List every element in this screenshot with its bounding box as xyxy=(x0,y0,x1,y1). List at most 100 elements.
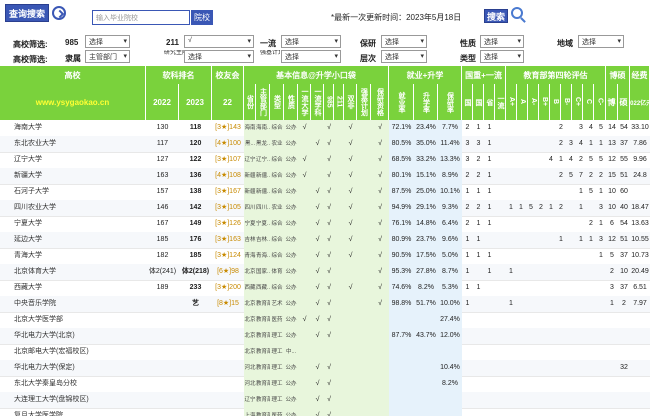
header-yiliu2: 一流 xyxy=(495,84,506,120)
yiliu-xueke-mark: √ xyxy=(315,316,320,323)
yiliu-daxue-mark: √ xyxy=(302,316,307,323)
header-eval-8: C- xyxy=(594,84,606,120)
baoyan-mark: √ xyxy=(378,252,382,259)
table-row[interactable]: 东北大学秦皇岛分校 河北 教育部 理工 公办 √ √ 8.2% xyxy=(0,376,650,393)
phd-count: 12 xyxy=(608,236,616,243)
yiliu-count xyxy=(495,408,506,416)
sheng-count xyxy=(484,344,495,360)
table-row[interactable]: 大连理工大学(盘锦校区) 辽宁 教育部 理工 公办 √ √ xyxy=(0,392,650,409)
table-row[interactable]: 四川农业大学 146 142 [3★]105 四川 四川.. 农业 公办 √ √ √ √ 94.9% 29… xyxy=(0,200,650,217)
table-row[interactable]: 辽宁大学 127 122 [3★]107 辽宁 辽宁.. 综合 公办 √ √ √ √ 68.5% 33.2… xyxy=(0,152,650,169)
yiliu-count xyxy=(495,168,506,184)
table-row[interactable]: 新疆大学 163 136 [4★]108 新疆 新疆.. 综合 公办 √ √ √ √ 80.1% 15.1… xyxy=(0,168,650,185)
header-basic: 基本信息@升学小口袋 xyxy=(244,66,389,84)
guo-1 xyxy=(462,344,473,360)
filter-qiangji-select[interactable]: 选择 xyxy=(281,50,341,63)
school-name: 辽宁大学 xyxy=(14,156,42,163)
eval-grade-6 xyxy=(566,328,576,344)
shuangfei-mark xyxy=(344,312,357,328)
211-mark xyxy=(334,360,344,376)
guo-1 xyxy=(462,328,473,344)
yiliu-xueke-mark: √ xyxy=(315,396,320,403)
filter-yanjiu-select[interactable]: 选择 xyxy=(184,50,254,63)
school-type: 理工 xyxy=(271,349,283,355)
table-row[interactable]: 西藏大学 189 233 [3★]200 西藏 西藏.. 综合 公办 √ √ √ √ 74.6% 8.2%… xyxy=(0,280,650,297)
further-study-rate xyxy=(414,312,438,328)
qiangji-mark xyxy=(357,280,371,296)
yiliu-count xyxy=(495,152,506,168)
phd-count: 5 xyxy=(610,252,614,259)
table-row[interactable]: 华北电力大学(保定) 河北 教育部 理工 公办 √ √ 10.4% 32 xyxy=(0,360,650,377)
baoyan-mark: √ xyxy=(378,236,382,243)
rank-2022 xyxy=(146,328,179,344)
table-row[interactable]: 北京邮电大学(宏福校区) 北京 教育部 理工 中... xyxy=(0,344,650,361)
table-row[interactable]: 北京大学医学部 北京 教育部 医药 公办 √ √ √ 27.4% xyxy=(0,312,650,329)
alumni-rank: [3★]105 xyxy=(215,204,241,211)
shuangfei-mark: √ xyxy=(348,204,353,211)
further-study-rate: 14.8% xyxy=(416,220,436,227)
filter-211-select[interactable]: √ xyxy=(184,35,254,48)
eval-grade-6 xyxy=(566,344,576,360)
school-type: 综合 xyxy=(271,125,283,131)
rank-2023: 122 xyxy=(189,156,202,163)
table-row[interactable]: 海南大学 130 118 [3★]143 海南 海南.. 综合 公办 √ √ √ √ 72.1% 23.4… xyxy=(0,120,650,137)
table-row[interactable]: 宁夏大学 167 149 [3★]126 宁夏 宁夏.. 综合 公办 √ √ √ √ 76.1% 14.8… xyxy=(0,216,650,233)
yiliu-daxue-mark xyxy=(298,296,311,312)
master-count: 40 xyxy=(620,204,628,211)
shuangfei-mark xyxy=(344,264,357,280)
employment-rate xyxy=(389,408,414,416)
site-url[interactable]: www.ysygaokao.cn xyxy=(0,84,146,120)
eval-grade-2 xyxy=(526,328,536,344)
province: 北京 xyxy=(244,269,256,275)
filter-985-label: 985 xyxy=(65,38,79,47)
rank-2022: 127 xyxy=(156,156,169,163)
school-search-button[interactable]: 院校 xyxy=(191,10,213,25)
school-search-input[interactable]: 输入毕业院校 xyxy=(92,10,190,25)
table-row[interactable]: 青海大学 182 185 [3★]124 青海 青海.. 综合 公办 √ √ √ √ 90.5% 17.5… xyxy=(0,248,650,265)
further-study-rate: 29.1% xyxy=(416,204,436,211)
refresh-icon[interactable] xyxy=(52,6,66,20)
guo-2: 2 xyxy=(476,156,481,163)
school-name: 四川农业大学 xyxy=(14,204,56,211)
province: 新疆 xyxy=(244,189,256,195)
eval-grade-4 xyxy=(546,376,556,392)
search-button[interactable]: 搜索 xyxy=(484,9,508,23)
school-nature: 公办 xyxy=(285,253,297,259)
filter-xingzhi-select[interactable]: 选择 xyxy=(480,35,524,48)
province: 西藏 xyxy=(244,285,256,291)
filter-yiliu-select[interactable]: 选择 xyxy=(281,35,341,48)
employment-rate: 90.5% xyxy=(391,252,412,259)
eval-grade-3 xyxy=(536,120,546,136)
rank-2022: 体2(241) xyxy=(148,268,177,275)
filter-lishu-select[interactable]: 主管部门 xyxy=(85,50,130,63)
baoyan-mark: √ xyxy=(378,300,382,307)
eval-grade-7 xyxy=(576,344,586,360)
table-row[interactable]: 复旦大学医学院 上海 教育部 医药 公办 √ √ xyxy=(0,408,650,416)
school-nature: 公办 xyxy=(285,333,297,339)
filter-cengci-select[interactable]: 选择 xyxy=(381,50,427,63)
eval-grade-6 xyxy=(566,312,576,328)
table-row[interactable]: 东北农业大学 117 120 [4★]100 黑... 黑龙.. 农业 公办 √ √ √ √ 80.5%… xyxy=(0,136,650,153)
school-type: 农业 xyxy=(271,141,283,147)
alumni-rank xyxy=(212,408,244,416)
shuangfei-mark xyxy=(344,376,357,392)
search-query-button[interactable]: 查询搜索 xyxy=(5,4,49,22)
table-row[interactable]: 中央音乐学院 艺 [8★]15 北京 教育部 艺术 公办 √ √ √ 98.8% 51.7% 10.0%… xyxy=(0,296,650,313)
baoyan-rate: 13.3% xyxy=(440,156,460,163)
employment-rate: 68.5% xyxy=(391,156,412,163)
baoyan-rate xyxy=(438,392,462,408)
filter-985-select[interactable]: 选择 xyxy=(85,35,130,48)
table-row[interactable]: 北京体育大学 体2(241) 体2(218) [6★]98 北京 国家.. 体育 公办 √ √ √ 9… xyxy=(0,264,650,281)
department: 教育部 xyxy=(256,397,270,403)
filter-leixing-select[interactable]: 选择 xyxy=(480,50,524,63)
filter-diqu-select[interactable]: 选择 xyxy=(578,35,624,48)
table-row[interactable]: 石河子大学 157 138 [3★]167 新疆 新疆.. 综合 公办 √ √ √ √ 87.5% 25.… xyxy=(0,184,650,201)
filter-baoyan-select[interactable]: 选择 xyxy=(381,35,427,48)
eval-grade-2 xyxy=(526,168,536,184)
sheng-count xyxy=(484,328,495,344)
985-mark: √ xyxy=(327,172,331,179)
eval-grade-4 xyxy=(546,216,556,232)
table-row[interactable]: 延边大学 185 176 [3★]163 吉林 吉林.. 综合 公办 √ √ √ √ 80.9% 23.7… xyxy=(0,232,650,249)
table-row[interactable]: 华北电力大学(北京) 北京 教育部 理工 公办 √ √ 87.7% 43.7% 12.0% xyxy=(0,328,650,345)
sheng-count xyxy=(484,280,495,296)
